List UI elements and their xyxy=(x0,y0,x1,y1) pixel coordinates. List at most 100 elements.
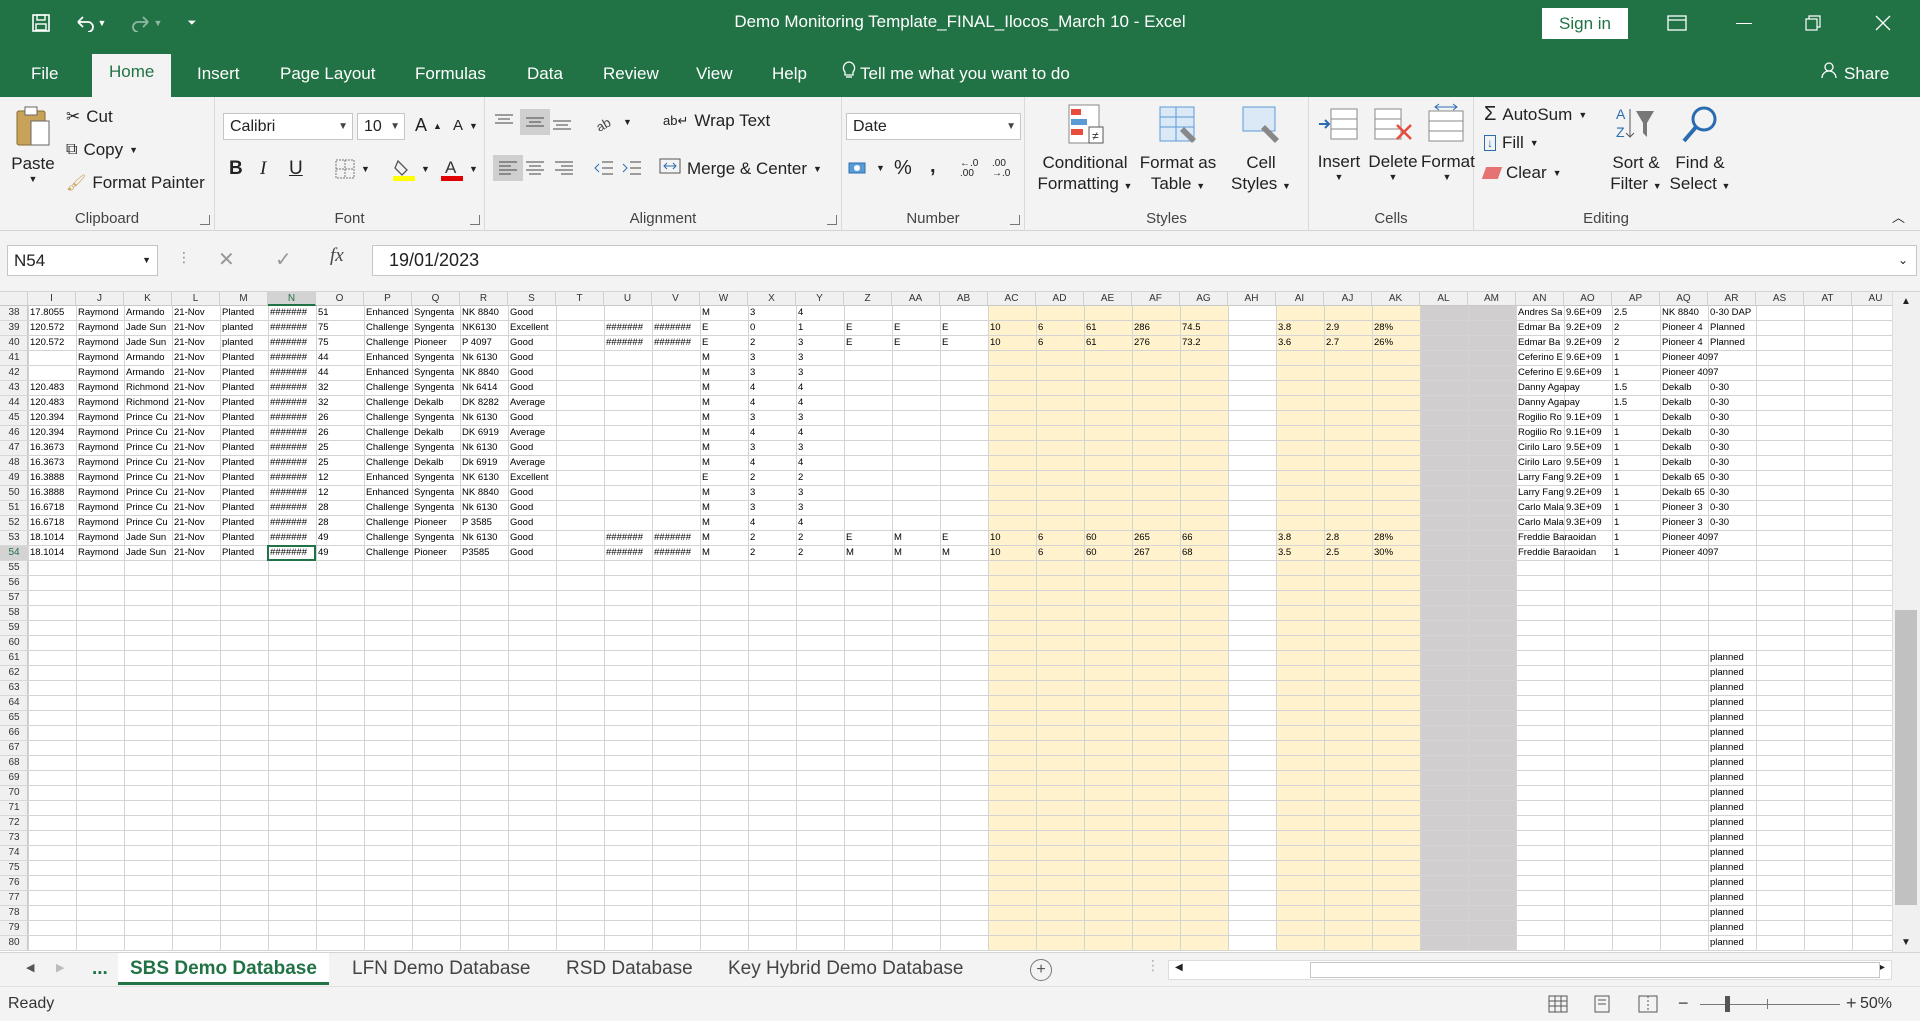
cell-ar67[interactable]: planned xyxy=(1708,741,1744,756)
cell-ai54[interactable]: 3.5 xyxy=(1276,546,1291,561)
row-header-75[interactable]: 75 xyxy=(0,861,28,876)
cell-i38[interactable]: 17.8055 xyxy=(28,306,64,321)
cell-r49[interactable]: NK 6130 xyxy=(460,471,499,486)
cell-k42[interactable]: Armando xyxy=(124,366,165,381)
cell-ao50[interactable]: 9.2E+09 xyxy=(1564,486,1602,501)
cell-i53[interactable]: 18.1014 xyxy=(28,531,64,546)
cell-n44[interactable]: ####### xyxy=(268,396,307,411)
cell-m47[interactable]: Planted xyxy=(220,441,254,456)
accounting-format-icon[interactable]: ▼ xyxy=(848,159,885,177)
column-header-w[interactable]: W xyxy=(700,292,748,306)
number-launcher-icon[interactable] xyxy=(1010,215,1020,225)
cell-y54[interactable]: 2 xyxy=(796,546,803,561)
column-header-an[interactable]: AN xyxy=(1516,292,1564,306)
cell-ar64[interactable]: planned xyxy=(1708,696,1744,711)
cell-j53[interactable]: Raymond xyxy=(76,531,119,546)
row-header-60[interactable]: 60 xyxy=(0,636,28,651)
cell-q46[interactable]: Dekalb xyxy=(412,426,444,441)
cell-w51[interactable]: M xyxy=(700,501,710,516)
column-header-ae[interactable]: AE xyxy=(1084,292,1132,306)
cell-ao46[interactable]: 9.1E+09 xyxy=(1564,426,1602,441)
cell-u39[interactable]: ####### xyxy=(604,321,643,336)
column-header-q[interactable]: Q xyxy=(412,292,460,306)
row-header-38[interactable]: 38 xyxy=(0,306,28,321)
cell-y44[interactable]: 4 xyxy=(796,396,803,411)
cell-ap45[interactable]: 1 xyxy=(1612,411,1619,426)
restore-icon[interactable] xyxy=(1790,6,1836,40)
cell-ar79[interactable]: planned xyxy=(1708,921,1744,936)
cell-ao51[interactable]: 9.3E+09 xyxy=(1564,501,1602,516)
row-header-79[interactable]: 79 xyxy=(0,921,28,936)
tab-view[interactable]: View xyxy=(696,60,733,87)
cell-w52[interactable]: M xyxy=(700,516,710,531)
column-header-k[interactable]: K xyxy=(124,292,172,306)
cell-ap49[interactable]: 1 xyxy=(1612,471,1619,486)
row-header-72[interactable]: 72 xyxy=(0,816,28,831)
cell-ap52[interactable]: 1 xyxy=(1612,516,1619,531)
sort-filter-button[interactable]: AZ Sort & Filter ▼ xyxy=(1606,103,1666,197)
row-header-46[interactable]: 46 xyxy=(0,426,28,441)
cell-af40[interactable]: 276 xyxy=(1132,336,1150,351)
cell-x46[interactable]: 4 xyxy=(748,426,755,441)
next-sheet-icon[interactable]: ▶ xyxy=(56,961,64,974)
cell-i40[interactable]: 120.572 xyxy=(28,336,64,351)
cell-w50[interactable]: M xyxy=(700,486,710,501)
cell-an39[interactable]: Edmar Ba xyxy=(1516,321,1560,336)
cell-w53[interactable]: M xyxy=(700,531,710,546)
cell-i51[interactable]: 16.6718 xyxy=(28,501,64,516)
row-header-74[interactable]: 74 xyxy=(0,846,28,861)
cell-x52[interactable]: 4 xyxy=(748,516,755,531)
cell-x50[interactable]: 3 xyxy=(748,486,755,501)
cell-ap50[interactable]: 1 xyxy=(1612,486,1619,501)
cell-p46[interactable]: Challenge xyxy=(364,426,409,441)
cell-n45[interactable]: ####### xyxy=(268,411,307,426)
column-header-at[interactable]: AT xyxy=(1804,292,1852,306)
cell-k54[interactable]: Jade Sun xyxy=(124,546,166,561)
cell-aq44[interactable]: Dekalb xyxy=(1660,396,1692,411)
cell-s47[interactable]: Good xyxy=(508,441,533,456)
cell-ai39[interactable]: 3.8 xyxy=(1276,321,1291,336)
cell-p38[interactable]: Enhanced xyxy=(364,306,409,321)
cell-af53[interactable]: 265 xyxy=(1132,531,1150,546)
name-box[interactable]: N54 ▼ xyxy=(7,245,158,276)
row-header-40[interactable]: 40 xyxy=(0,336,28,351)
cell-an44[interactable]: Danny Agapay xyxy=(1516,396,1580,411)
cell-w47[interactable]: M xyxy=(700,441,710,456)
cell-p39[interactable]: Challenge xyxy=(364,321,409,336)
cell-an40[interactable]: Edmar Ba xyxy=(1516,336,1560,351)
cell-r53[interactable]: Nk 6130 xyxy=(460,531,497,546)
cell-ap47[interactable]: 1 xyxy=(1612,441,1619,456)
cell-ao40[interactable]: 9.2E+09 xyxy=(1564,336,1602,351)
cell-aq52[interactable]: Pioneer 3 xyxy=(1660,516,1703,531)
column-header-o[interactable]: O xyxy=(316,292,364,306)
cut-button[interactable]: ✂ Cut xyxy=(66,107,113,127)
column-header-aq[interactable]: AQ xyxy=(1660,292,1708,306)
cell-s42[interactable]: Good xyxy=(508,366,533,381)
cell-ad40[interactable]: 6 xyxy=(1036,336,1043,351)
cell-ar68[interactable]: planned xyxy=(1708,756,1744,771)
cell-aq54[interactable]: Pioneer 4097 xyxy=(1660,546,1719,561)
cell-ar62[interactable]: planned xyxy=(1708,666,1744,681)
cell-y53[interactable]: 2 xyxy=(796,531,803,546)
cell-o54[interactable]: 49 xyxy=(316,546,329,561)
vertical-scroll-thumb[interactable] xyxy=(1895,610,1917,905)
zoom-in-icon[interactable]: + xyxy=(1846,993,1857,1014)
cell-n51[interactable]: ####### xyxy=(268,501,307,516)
cell-y40[interactable]: 3 xyxy=(796,336,803,351)
cell-x41[interactable]: 3 xyxy=(748,351,755,366)
cell-aq53[interactable]: Pioneer 4097 xyxy=(1660,531,1719,546)
row-header-78[interactable]: 78 xyxy=(0,906,28,921)
cell-aj40[interactable]: 2.7 xyxy=(1324,336,1339,351)
tab-file[interactable]: File xyxy=(31,60,58,87)
column-header-p[interactable]: P xyxy=(364,292,412,306)
cell-s45[interactable]: Good xyxy=(508,411,533,426)
row-header-57[interactable]: 57 xyxy=(0,591,28,606)
cell-s43[interactable]: Good xyxy=(508,381,533,396)
formula-input[interactable]: 19/01/2023 ⌄ xyxy=(372,245,1917,276)
cell-an38[interactable]: Andres Sa xyxy=(1516,306,1562,321)
format-painter-button[interactable]: 🖌 Format Painter xyxy=(66,173,205,193)
wrap-text-button[interactable]: ab↵ Wrap Text xyxy=(663,111,770,131)
column-header-u[interactable]: U xyxy=(604,292,652,306)
cell-ac54[interactable]: 10 xyxy=(988,546,1001,561)
cell-o42[interactable]: 44 xyxy=(316,366,329,381)
